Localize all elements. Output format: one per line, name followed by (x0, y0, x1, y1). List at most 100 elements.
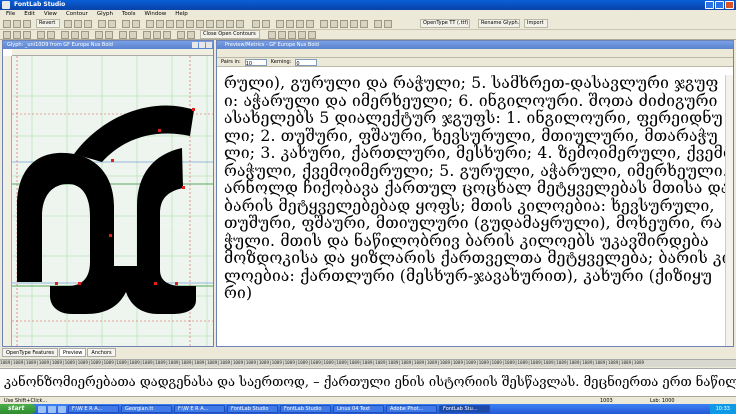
node-tangent-icon[interactable] (23, 31, 31, 39)
outline-icon[interactable] (296, 20, 304, 28)
open-icon[interactable] (13, 20, 21, 28)
tab-preview[interactable]: Preview (58, 348, 87, 357)
print-icon[interactable] (384, 20, 392, 28)
taskbar-item[interactable]: Adobe Phot... (386, 405, 437, 413)
bold-icon[interactable] (276, 20, 284, 28)
preview-metrics-window[interactable]: Preview/Metrics - GF Europe Nus Bold Pai… (216, 40, 734, 347)
set-start-icon[interactable] (47, 31, 55, 39)
menu-edit[interactable]: Edit (24, 10, 35, 18)
hand-icon[interactable] (176, 20, 184, 28)
align-left-icon[interactable] (61, 31, 69, 39)
align-right-icon[interactable] (81, 31, 89, 39)
paste-icon[interactable] (84, 20, 92, 28)
preview-panel-strip[interactable]: კანონზომიერებათა დადგენასა და საერთოდ, –… (0, 368, 736, 396)
glyph-window-close-icon[interactable] (206, 42, 212, 48)
maximize-icon[interactable] (715, 1, 724, 9)
vertical-ruler[interactable] (3, 56, 12, 346)
tray-clock[interactable]: 10:33 (716, 404, 730, 414)
undo-icon[interactable] (98, 20, 106, 28)
grid-icon[interactable] (320, 20, 328, 28)
extra-tool-2-icon[interactable] (278, 31, 286, 39)
italic-icon[interactable] (286, 20, 294, 28)
quicklaunch-media-icon[interactable] (58, 405, 66, 413)
close-icon[interactable] (725, 1, 734, 9)
scale-icon[interactable] (226, 20, 234, 28)
anchors-icon[interactable] (360, 20, 368, 28)
merge-icon[interactable] (119, 31, 127, 39)
remove-overlap-icon[interactable] (129, 31, 137, 39)
redo-icon[interactable] (108, 20, 116, 28)
guides-icon[interactable] (330, 20, 338, 28)
tab-opentype-features[interactable]: OpenType Features (2, 348, 58, 357)
glyph-outline-view[interactable] (12, 56, 213, 346)
quicklaunch-desktop-icon[interactable] (48, 405, 56, 413)
preview-icon[interactable] (374, 20, 382, 28)
menu-contour[interactable]: Contour (66, 10, 88, 18)
menu-tools[interactable]: Tools (122, 10, 136, 18)
taskbar-item[interactable]: Georgian.tt (121, 405, 172, 413)
glyph-window-maximize-icon[interactable] (199, 42, 205, 48)
start-button[interactable]: start (0, 404, 36, 414)
transform-icon[interactable] (143, 31, 151, 39)
copy-icon[interactable] (74, 20, 82, 28)
rename-glyph-button[interactable]: Rename Glyph... (478, 19, 520, 28)
taskbar-item[interactable]: FontLab Studio (227, 405, 278, 413)
zoom-out-icon[interactable] (132, 20, 140, 28)
layer-dropdown[interactable]: OpenType TT (.ttf) (420, 19, 470, 28)
glyph-window[interactable]: Glyph: _uni10D9 from GF Europe Nus Bold (2, 40, 214, 347)
new-icon[interactable] (3, 20, 11, 28)
quicklaunch-ie-icon[interactable] (38, 405, 46, 413)
blend-icon[interactable] (187, 31, 195, 39)
preview-text-area[interactable]: რული), გურული და რაჭული; 5. სამხრეთ-დასა… (217, 75, 727, 346)
hints-icon[interactable] (340, 20, 348, 28)
save-icon[interactable] (23, 20, 31, 28)
knife-icon[interactable] (166, 20, 174, 28)
round-icon[interactable] (153, 31, 161, 39)
pairs-field[interactable]: 10 (244, 58, 267, 67)
cut-icon[interactable] (64, 20, 72, 28)
reverse-contour-icon[interactable] (37, 31, 45, 39)
flip-h-icon[interactable] (95, 31, 103, 39)
horizontal-ruler[interactable] (12, 49, 213, 56)
menu-glyph[interactable]: Glyph (97, 10, 113, 18)
revert-button[interactable]: Revert (36, 19, 60, 28)
align-center-icon[interactable] (71, 31, 79, 39)
node-smooth-icon[interactable] (3, 31, 11, 39)
ellipse-icon[interactable] (206, 20, 214, 28)
menu-view[interactable]: View (44, 10, 57, 18)
menu-help[interactable]: Help (175, 10, 188, 18)
extra-tool-5-icon[interactable] (308, 31, 316, 39)
extra-tool-3-icon[interactable] (288, 31, 296, 39)
kerning-field[interactable]: 0 (295, 58, 318, 67)
glyph-window-minimize-icon[interactable] (192, 42, 198, 48)
extra-tool-1-icon[interactable] (268, 31, 276, 39)
zoom-in-icon[interactable] (122, 20, 130, 28)
taskbar-item[interactable]: FontLab Studio (280, 405, 331, 413)
import-button[interactable]: Import (524, 19, 548, 28)
flip-v-icon[interactable] (105, 31, 113, 39)
menu-window[interactable]: Window (145, 10, 167, 18)
taskbar-item[interactable]: Linux 04 Text (333, 405, 384, 413)
pointer-icon[interactable] (146, 20, 154, 28)
node-corner-icon[interactable] (13, 31, 21, 39)
fill-icon[interactable] (306, 20, 314, 28)
kerning-icon[interactable] (262, 20, 270, 28)
close-open-contours-button[interactable]: Close Open Contours (200, 30, 260, 39)
taskbar-item-active[interactable]: FontLab Stu... (439, 405, 490, 413)
minimize-icon[interactable] (705, 1, 714, 9)
taskbar-item[interactable]: F:\W E R A... (68, 405, 119, 413)
rect-icon[interactable] (196, 20, 204, 28)
nodes-icon[interactable] (350, 20, 358, 28)
rotate-icon[interactable] (216, 20, 224, 28)
mask-icon[interactable] (177, 31, 185, 39)
metrics-icon[interactable] (252, 20, 260, 28)
glyph-editing-canvas[interactable] (12, 56, 213, 346)
pen-icon[interactable] (156, 20, 164, 28)
preview-vertical-scrollbar[interactable] (725, 75, 733, 346)
tab-anchors[interactable]: Anchors (87, 348, 116, 357)
measure-icon[interactable] (186, 20, 194, 28)
taskbar-item[interactable]: F:\W E R A... (174, 405, 225, 413)
autohint-icon[interactable] (163, 31, 171, 39)
extra-tool-4-icon[interactable] (298, 31, 306, 39)
menu-file[interactable]: File (6, 10, 15, 18)
